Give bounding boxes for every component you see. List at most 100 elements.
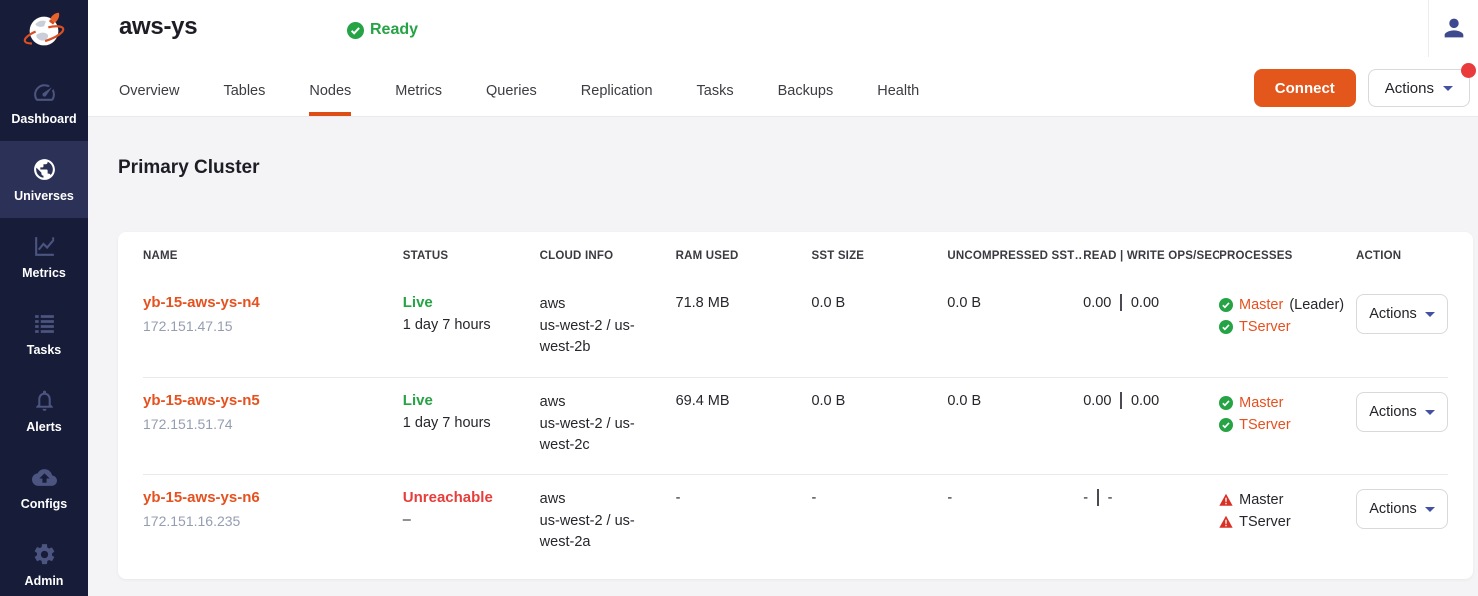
column-header-read-write-ops[interactable]: READ | WRITE OPS/SEC bbox=[1083, 250, 1219, 262]
warning-icon bbox=[1219, 493, 1233, 507]
ram-used-value: - bbox=[676, 490, 681, 506]
sidebar-item-metrics[interactable]: Metrics bbox=[0, 218, 88, 295]
tserver-process-link[interactable]: TServer bbox=[1239, 316, 1291, 338]
sst-size-value: - bbox=[811, 490, 816, 506]
connect-button[interactable]: Connect bbox=[1254, 69, 1356, 107]
nodes-table-header-row: NAME STATUS CLOUD INFO RAM USED SST SIZE… bbox=[143, 232, 1448, 280]
node-actions-button[interactable]: Actions bbox=[1356, 489, 1448, 529]
column-header-action[interactable]: ACTION bbox=[1356, 250, 1448, 262]
check-circle-icon bbox=[1219, 418, 1233, 432]
sidebar: Dashboard Universes Metrics Tasks Alerts… bbox=[0, 0, 88, 596]
sidebar-item-alerts[interactable]: Alerts bbox=[0, 372, 88, 449]
read-ops-value: 0.00 bbox=[1083, 295, 1111, 311]
node-uptime: 1 day 7 hours bbox=[403, 415, 524, 431]
write-ops-value: 0.00 bbox=[1131, 393, 1159, 409]
metrics-chart-icon bbox=[32, 234, 57, 259]
ram-used-value: 69.4 MB bbox=[676, 393, 730, 409]
universe-actions-button[interactable]: Actions bbox=[1368, 69, 1470, 107]
universe-actions-label: Actions bbox=[1385, 80, 1434, 97]
tab-backups[interactable]: Backups bbox=[778, 83, 834, 116]
node-name-link[interactable]: yb-15-aws-ys-n5 bbox=[143, 392, 260, 409]
node-ip: 172.151.16.235 bbox=[143, 513, 387, 529]
read-ops-value: 0.00 bbox=[1083, 393, 1111, 409]
tab-queries[interactable]: Queries bbox=[486, 83, 537, 116]
column-header-sst-size[interactable]: SST SIZE bbox=[811, 250, 947, 262]
master-process-link[interactable]: Master bbox=[1239, 294, 1283, 316]
node-name-link[interactable]: yb-15-aws-ys-n4 bbox=[143, 294, 260, 311]
sst-size-value: 0.0 B bbox=[811, 295, 845, 311]
master-process-link[interactable]: Master bbox=[1239, 392, 1283, 414]
cloud-upload-icon bbox=[32, 465, 57, 490]
node-status: Unreachable bbox=[403, 489, 524, 506]
cloud-zone: us-west-2 / us-west-2a bbox=[540, 511, 644, 554]
nodes-table-card: NAME STATUS CLOUD INFO RAM USED SST SIZE… bbox=[118, 232, 1473, 579]
node-uptime: 1 day 7 hours bbox=[403, 317, 524, 333]
uncompressed-sst-value: 0.0 B bbox=[947, 295, 981, 311]
node-ip: 172.151.51.74 bbox=[143, 416, 387, 432]
master-process-label: Master bbox=[1239, 489, 1283, 511]
tab-tasks[interactable]: Tasks bbox=[697, 83, 734, 116]
node-row: yb-15-aws-ys-n5 172.151.51.74 Live 1 day… bbox=[143, 377, 1448, 474]
tab-overview[interactable]: Overview bbox=[119, 83, 179, 116]
sidebar-item-label: Universes bbox=[14, 189, 74, 203]
planet-rocket-logo-icon bbox=[21, 9, 67, 55]
node-name-link[interactable]: yb-15-aws-ys-n6 bbox=[143, 489, 260, 506]
tserver-process-link[interactable]: TServer bbox=[1239, 414, 1291, 436]
sidebar-item-label: Metrics bbox=[22, 266, 66, 280]
node-actions-label: Actions bbox=[1369, 306, 1417, 322]
chevron-down-icon bbox=[1425, 410, 1435, 415]
node-status: Live bbox=[403, 392, 524, 409]
sidebar-item-universes[interactable]: Universes bbox=[0, 141, 88, 218]
universe-header: aws-ys Ready Overview Tables Nodes Metri… bbox=[88, 0, 1478, 117]
uncompressed-sst-value: - bbox=[947, 490, 952, 506]
warning-icon bbox=[1219, 515, 1233, 529]
tab-tables[interactable]: Tables bbox=[223, 83, 265, 116]
cluster-section-title: Primary Cluster bbox=[118, 157, 1478, 179]
write-ops-value: 0.00 bbox=[1131, 295, 1159, 311]
gauge-icon bbox=[32, 80, 57, 105]
check-circle-icon bbox=[347, 22, 364, 39]
node-actions-label: Actions bbox=[1369, 404, 1417, 420]
chevron-down-icon bbox=[1443, 86, 1453, 91]
user-profile-button[interactable] bbox=[1440, 14, 1468, 45]
read-write-divider bbox=[1120, 392, 1122, 409]
node-actions-button[interactable]: Actions bbox=[1356, 294, 1448, 334]
check-circle-icon bbox=[1219, 298, 1233, 312]
node-actions-button[interactable]: Actions bbox=[1356, 392, 1448, 432]
column-header-ram-used[interactable]: RAM USED bbox=[676, 250, 812, 262]
notification-dot bbox=[1461, 63, 1476, 78]
yugabyte-logo[interactable] bbox=[0, 0, 88, 64]
check-circle-icon bbox=[1219, 320, 1233, 334]
header-actions-group: Connect Actions bbox=[1254, 69, 1470, 107]
nodes-content: Primary Cluster NAME STATUS CLOUD INFO R… bbox=[88, 117, 1478, 596]
node-ip: 172.151.47.15 bbox=[143, 318, 387, 334]
column-header-processes[interactable]: PROCESSES bbox=[1219, 250, 1356, 262]
sidebar-item-label: Admin bbox=[25, 574, 64, 588]
column-header-status[interactable]: STATUS bbox=[403, 250, 540, 262]
tasks-list-icon bbox=[32, 311, 57, 336]
sidebar-item-configs[interactable]: Configs bbox=[0, 449, 88, 526]
column-header-cloud-info[interactable]: CLOUD INFO bbox=[540, 250, 676, 262]
column-header-name[interactable]: NAME bbox=[143, 250, 403, 262]
cloud-zone: us-west-2 / us-west-2c bbox=[540, 414, 644, 457]
node-actions-label: Actions bbox=[1369, 501, 1417, 517]
column-header-uncompressed-sst[interactable]: UNCOMPRESSED SST… bbox=[947, 250, 1083, 262]
tab-metrics[interactable]: Metrics bbox=[395, 83, 442, 116]
cloud-provider: aws bbox=[540, 294, 660, 316]
node-uptime: – bbox=[403, 512, 524, 528]
uncompressed-sst-value: 0.0 B bbox=[947, 393, 981, 409]
sidebar-item-dashboard[interactable]: Dashboard bbox=[0, 64, 88, 141]
sidebar-item-admin[interactable]: Admin bbox=[0, 526, 88, 596]
read-write-divider bbox=[1097, 489, 1099, 506]
tab-replication[interactable]: Replication bbox=[581, 83, 653, 116]
read-write-divider bbox=[1120, 294, 1122, 311]
sidebar-item-label: Configs bbox=[21, 497, 68, 511]
sidebar-item-tasks[interactable]: Tasks bbox=[0, 295, 88, 372]
ready-status-badge: Ready bbox=[347, 21, 418, 39]
sst-size-value: 0.0 B bbox=[811, 393, 845, 409]
read-ops-value: - bbox=[1083, 490, 1088, 506]
node-row: yb-15-aws-ys-n6 172.151.16.235 Unreachab… bbox=[143, 474, 1448, 579]
ready-status-label: Ready bbox=[370, 21, 418, 39]
tab-health[interactable]: Health bbox=[877, 83, 919, 116]
tab-nodes[interactable]: Nodes bbox=[309, 83, 351, 116]
